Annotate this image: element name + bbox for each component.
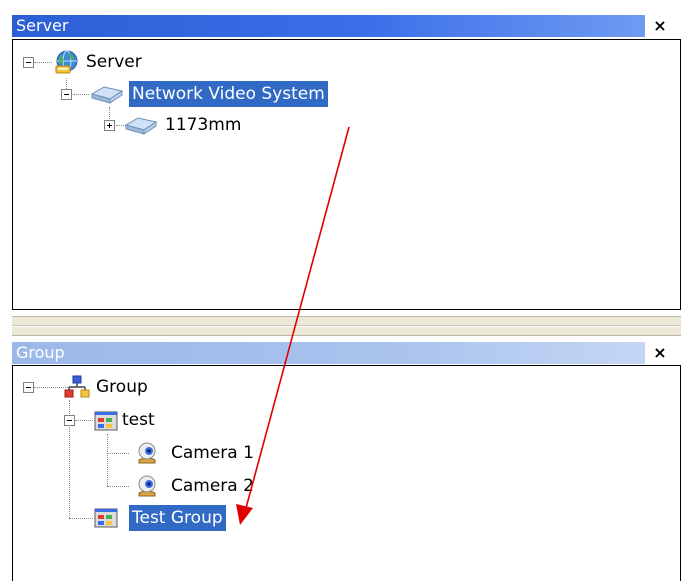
- network-device-icon: [90, 82, 124, 108]
- group-panel-title-text: Group: [16, 343, 65, 362]
- group-node-expander[interactable]: [23, 382, 34, 393]
- server-panel-title-text: Server: [16, 16, 69, 35]
- tree-guide-line: [107, 434, 108, 486]
- test-node-expander[interactable]: [64, 415, 75, 426]
- camera-group-icon: [93, 505, 119, 531]
- network-video-system-expander[interactable]: [61, 89, 72, 100]
- tree-guide-line: [75, 420, 93, 421]
- group-panel-title: Group: [12, 342, 645, 364]
- tree-guide-line: [34, 62, 52, 63]
- panel-splitter[interactable]: [12, 316, 681, 336]
- tree-node-group[interactable]: Group: [93, 374, 151, 400]
- group-hierarchy-icon: [64, 374, 90, 400]
- server-node-expander[interactable]: [23, 57, 34, 68]
- group-panel-close-button[interactable]: ×: [649, 342, 671, 364]
- tree-guide-line: [107, 453, 129, 454]
- tree-node-network-video-system[interactable]: Network Video System: [129, 81, 328, 107]
- camera-icon: [134, 440, 160, 466]
- app-window: Server × Server Network Video System 117…: [0, 0, 685, 581]
- tree-node-server[interactable]: Server: [83, 49, 145, 75]
- server-globe-icon: [54, 49, 80, 75]
- tree-node-test-group[interactable]: Test Group: [129, 505, 226, 531]
- server-panel-close-button[interactable]: ×: [649, 15, 671, 37]
- tree-node-1173mm[interactable]: 1173mm: [162, 112, 244, 138]
- tree-node-camera-2[interactable]: Camera 2: [168, 473, 257, 499]
- network-device-icon: [124, 113, 158, 139]
- tree-node-camera-1[interactable]: Camera 1: [168, 440, 257, 466]
- splitter-grip: [12, 325, 681, 327]
- camera-group-icon: [93, 408, 119, 434]
- server-panel-title: Server: [12, 15, 645, 37]
- camera-icon: [134, 473, 160, 499]
- tree-guide-line: [69, 518, 93, 519]
- tree-guide-line: [73, 94, 89, 95]
- tree-guide-line: [107, 486, 129, 487]
- device-1173mm-expander[interactable]: [104, 120, 115, 131]
- server-tree[interactable]: [12, 39, 681, 310]
- tree-node-test[interactable]: test: [119, 407, 158, 433]
